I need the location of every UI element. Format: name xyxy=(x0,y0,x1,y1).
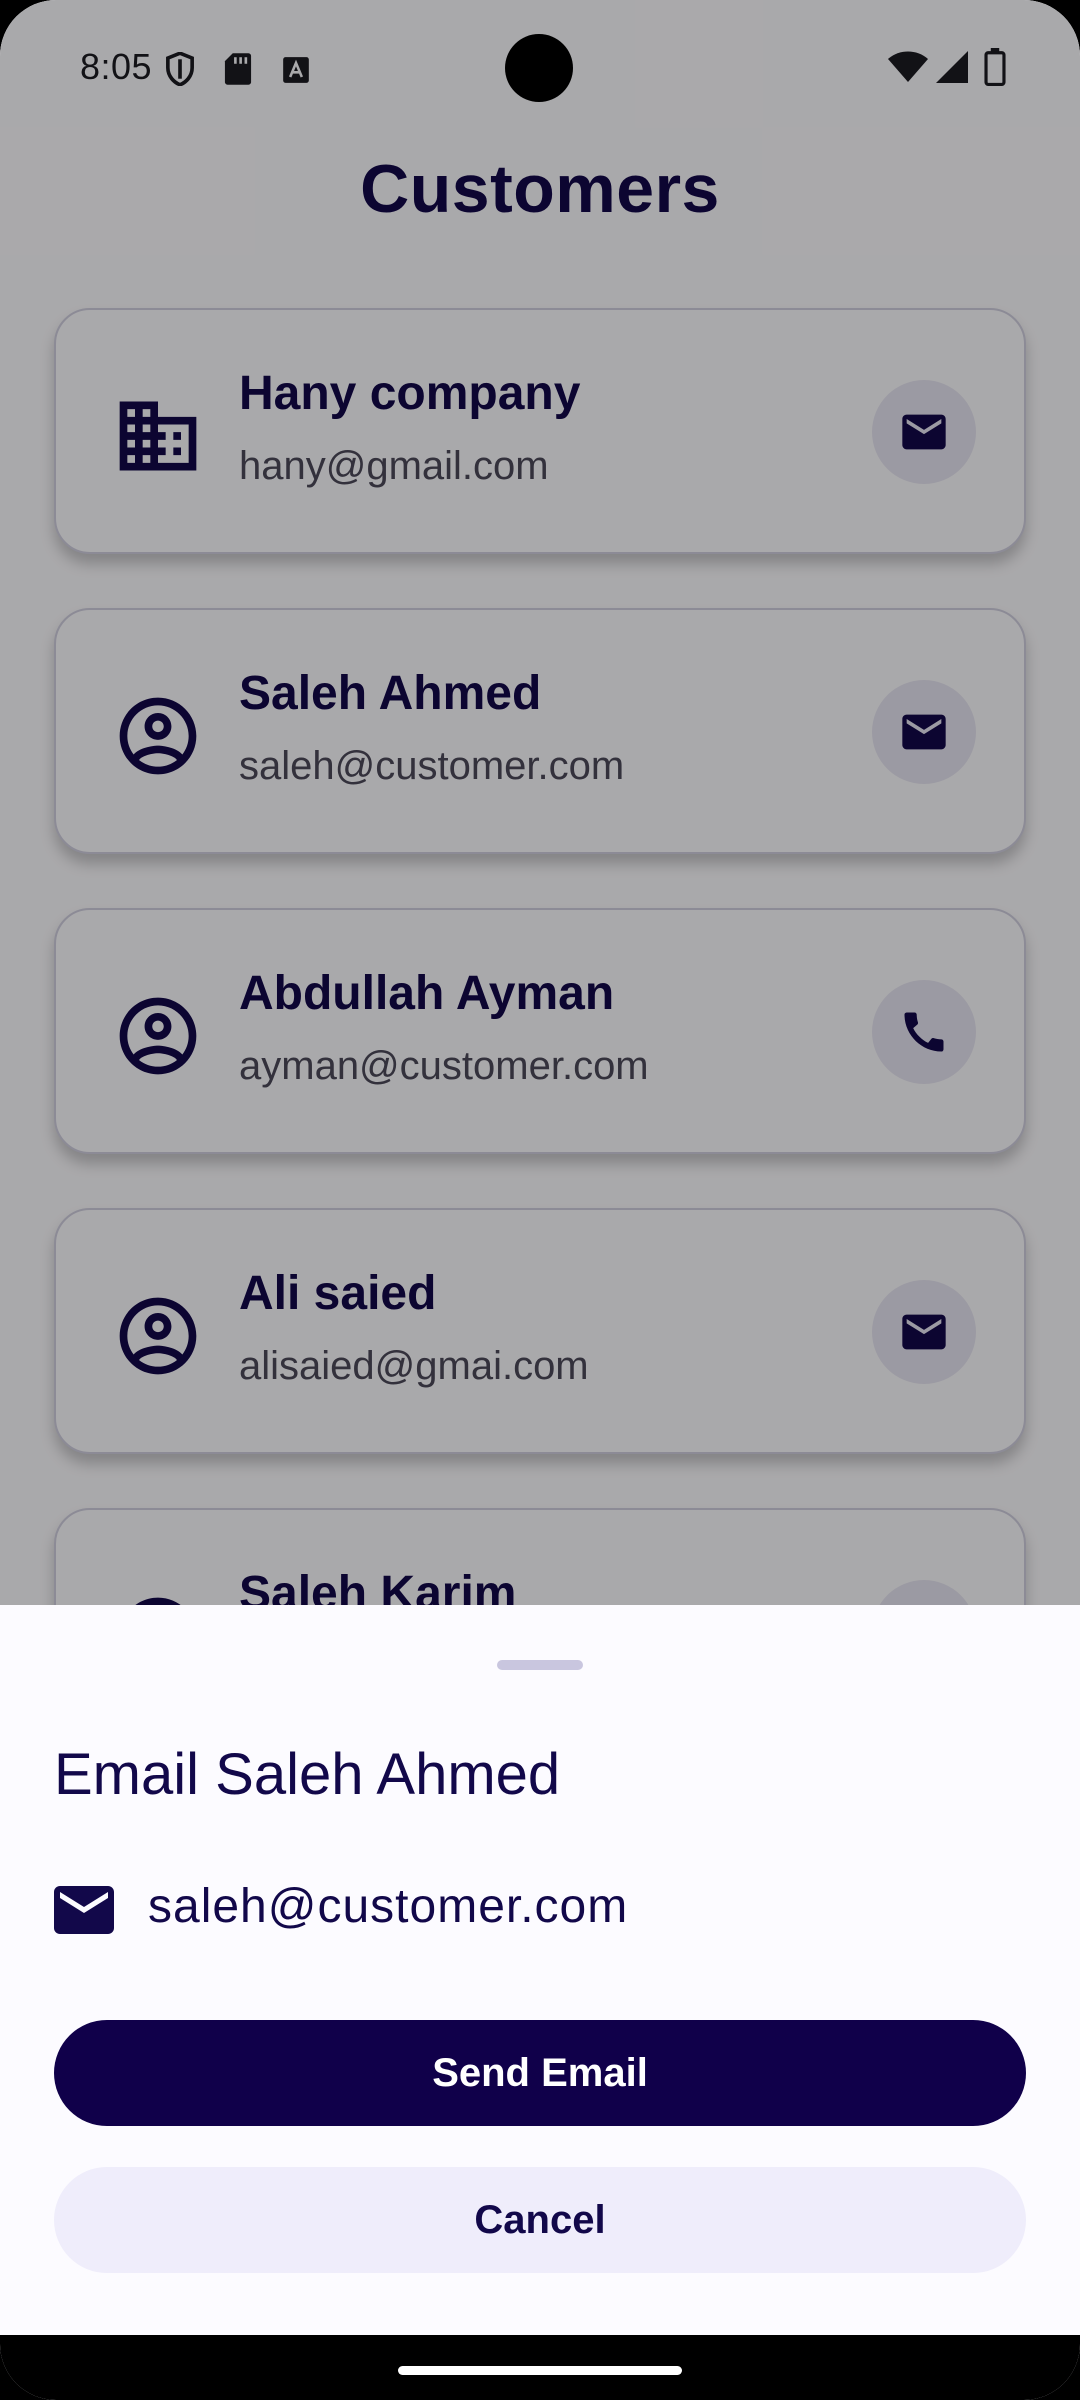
home-indicator[interactable] xyxy=(398,2366,682,2375)
modal-scrim[interactable] xyxy=(0,0,1080,1605)
sheet-email-row: saleh@customer.com xyxy=(54,1875,1026,1945)
sheet-title: Email Saleh Ahmed xyxy=(54,1742,561,1807)
mail-icon xyxy=(54,1886,114,1934)
sheet-email-address: saleh@customer.com xyxy=(148,1880,629,1933)
drag-handle[interactable] xyxy=(497,1660,583,1670)
phone-screen: 8:05 Customers Hany company hany@gmail.c… xyxy=(0,0,1080,2400)
send-email-button[interactable]: Send Email xyxy=(54,2020,1026,2126)
cancel-button[interactable]: Cancel xyxy=(54,2167,1026,2273)
email-bottom-sheet: Email Saleh Ahmed saleh@customer.com Sen… xyxy=(0,1605,1080,2335)
